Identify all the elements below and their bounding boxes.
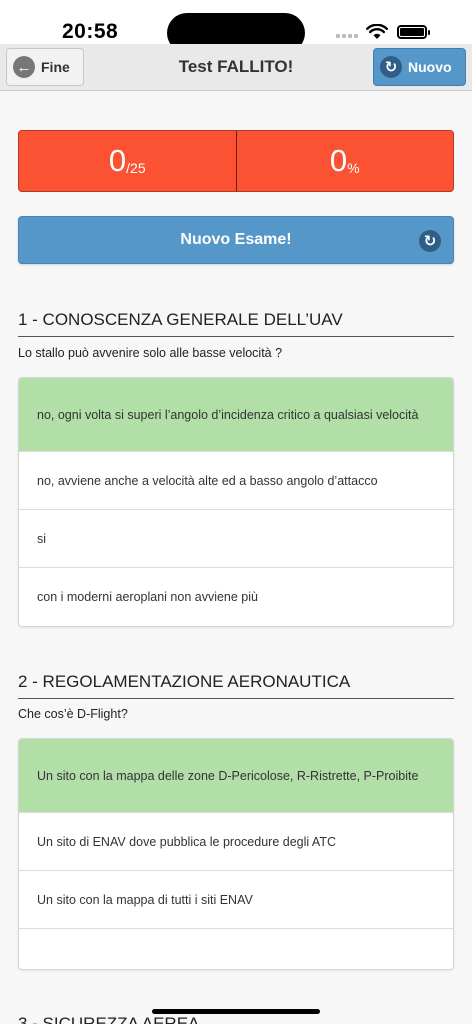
question-text: Che cos’è D-Flight? bbox=[18, 707, 128, 721]
signal-icon bbox=[336, 34, 358, 38]
new-exam-button[interactable]: Nuovo Esame! ↻ bbox=[18, 216, 454, 264]
answer-text: Un sito con la mappa delle zone D-Perico… bbox=[37, 768, 419, 783]
score-total: /25 bbox=[126, 160, 146, 176]
answer-list: Un sito con la mappa delle zone D-Perico… bbox=[18, 738, 454, 970]
answer-text: Un sito con la mappa di tutti i siti ENA… bbox=[37, 892, 253, 907]
answer-text: con i moderni aeroplani non avviene più bbox=[37, 590, 258, 604]
answer-item[interactable] bbox=[19, 929, 453, 969]
section-title: 3 - SICUREZZA AEREA bbox=[18, 1014, 200, 1024]
section-title: 2 - REGOLAMENTAZIONE AERONAUTICA bbox=[18, 672, 454, 699]
status-bar: 20:58 bbox=[0, 0, 472, 53]
answer-item[interactable]: Un sito con la mappa di tutti i siti ENA… bbox=[19, 871, 453, 929]
home-indicator bbox=[152, 1009, 320, 1014]
answer-text: si bbox=[37, 531, 47, 546]
score-percent-sign: % bbox=[347, 160, 360, 176]
score-correct: 0 bbox=[108, 143, 127, 178]
nuovo-label: Nuovo bbox=[408, 59, 452, 75]
score-count: 0/25 bbox=[19, 131, 237, 191]
answer-item-correct[interactable]: Un sito con la mappa delle zone D-Perico… bbox=[19, 739, 453, 813]
answer-item[interactable]: Un sito di ENAV dove pubblica le procedu… bbox=[19, 813, 453, 871]
new-exam-label: Nuovo Esame! bbox=[180, 231, 292, 248]
answer-item[interactable]: no, avviene anche a velocità alte ed a b… bbox=[19, 452, 453, 510]
answer-text: no, avviene anche a velocità alte ed a b… bbox=[37, 473, 378, 488]
score-percent-value: 0 bbox=[329, 143, 348, 178]
score-percent: 0% bbox=[237, 131, 454, 191]
answer-item[interactable]: con i moderni aeroplani non avviene più bbox=[19, 568, 453, 626]
answer-item-correct[interactable]: no, ogni volta si superi l’angolo d’inci… bbox=[19, 378, 453, 452]
refresh-icon: ↻ bbox=[419, 230, 441, 252]
nav-header: ← Fine Test FALLITO! ↻ Nuovo bbox=[0, 44, 472, 91]
wifi-icon bbox=[366, 24, 388, 39]
refresh-icon: ↻ bbox=[380, 56, 402, 78]
section-title: 1 - CONOSCENZA GENERALE DELL’UAV bbox=[18, 310, 454, 337]
status-time: 20:58 bbox=[62, 20, 119, 43]
answer-list: no, ogni volta si superi l’angolo d’inci… bbox=[18, 377, 454, 627]
question-text: Lo stallo può avvenire solo alle basse v… bbox=[18, 346, 283, 360]
nuovo-button[interactable]: ↻ Nuovo bbox=[373, 48, 466, 86]
answer-text: no, ogni volta si superi l’angolo d’inci… bbox=[37, 407, 419, 422]
battery-icon bbox=[397, 25, 430, 39]
answer-text: Un sito di ENAV dove pubblica le procedu… bbox=[37, 834, 337, 849]
answer-item[interactable]: si bbox=[19, 510, 453, 568]
score-panel: 0/25 0% bbox=[18, 130, 454, 192]
